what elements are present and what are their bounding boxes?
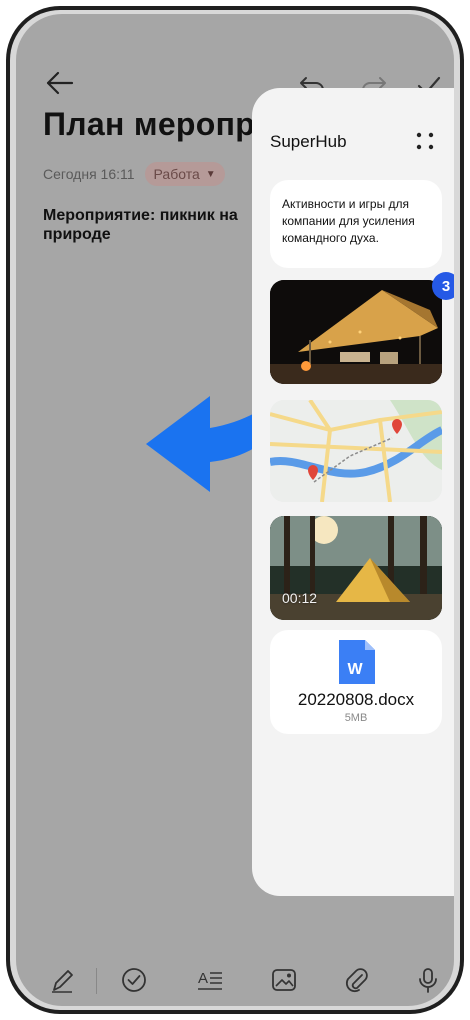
text-format-icon[interactable]: A <box>196 966 224 994</box>
map-card[interactable] <box>270 400 442 502</box>
word-document-icon: W <box>339 640 375 684</box>
checklist-icon[interactable] <box>120 966 148 994</box>
video-duration: 00:12 <box>282 590 318 606</box>
more-dots-icon[interactable] <box>414 130 436 152</box>
attachment-icon[interactable] <box>342 966 370 994</box>
item-count-badge: 3 <box>432 272 454 300</box>
text-clip-content: Активности и игры для компании для усиле… <box>282 197 415 245</box>
map-image <box>270 400 442 502</box>
screen: План меропр Сегодня 16:11 Работа ▼ Мероп… <box>16 14 454 1006</box>
svg-text:A: A <box>198 970 208 987</box>
superhub-panel[interactable]: SuperHub Активности и игры для компании … <box>252 88 454 896</box>
note-date: Сегодня 16:11 <box>43 166 135 182</box>
category-tag[interactable]: Работа ▼ <box>144 162 225 186</box>
bottom-toolbar: A <box>16 966 454 1006</box>
note-meta: Сегодня 16:11 Работа ▼ <box>43 162 225 186</box>
camping-night-image <box>270 280 442 384</box>
note-title[interactable]: План меропр <box>43 106 255 143</box>
microphone-icon[interactable] <box>414 966 442 994</box>
text-clip-card[interactable]: Активности и игры для компании для усиле… <box>270 180 442 268</box>
file-size: 5MB <box>344 712 368 724</box>
camping-photo-card[interactable] <box>270 280 442 384</box>
toolbar-divider <box>96 968 97 994</box>
document-file-card[interactable]: W 20220808.docx 5MB <box>270 630 442 734</box>
file-name: 20220808.docx <box>297 690 415 709</box>
image-icon[interactable] <box>270 966 298 994</box>
handwriting-pen-icon[interactable] <box>48 966 76 994</box>
svg-text:W: W <box>347 661 363 678</box>
superhub-title: SuperHub <box>270 132 347 151</box>
category-tag-label: Работа <box>153 166 200 182</box>
note-body[interactable]: Мероприятие: пикник на природе <box>43 206 263 244</box>
caret-down-icon: ▼ <box>205 168 216 180</box>
back-arrow-icon[interactable] <box>44 70 74 96</box>
